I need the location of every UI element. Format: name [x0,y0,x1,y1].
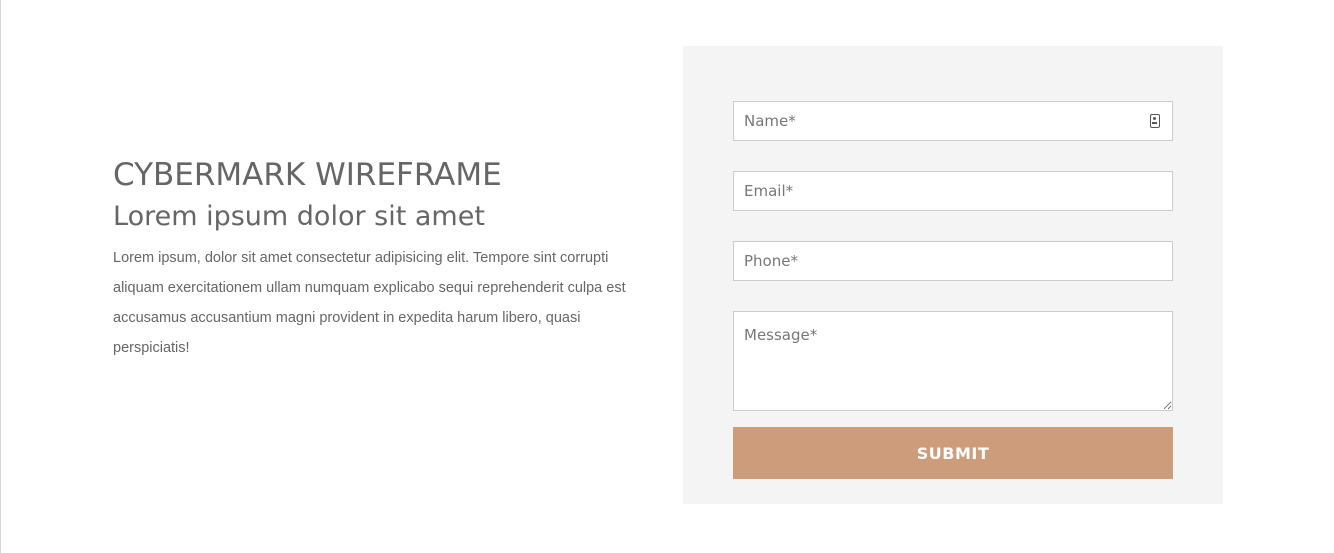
page-subtitle: Lorem ipsum dolor sit amet [113,201,485,232]
phone-field[interactable] [733,241,1173,281]
page-title: CYBERMARK WIREFRAME [113,157,502,193]
message-field[interactable] [733,311,1173,411]
contact-card-icon[interactable] [1150,114,1160,128]
intro-paragraph: Lorem ipsum, dolor sit amet consectetur … [113,250,626,356]
email-field[interactable] [733,171,1173,211]
name-field[interactable] [733,101,1173,141]
submit-button[interactable]: SUBMIT [733,427,1173,479]
page-left-border [0,0,1,553]
intro-section: CYBERMARK WIREFRAME Lorem ipsum dolor si… [113,156,653,363]
contact-form: SUBMIT [683,46,1223,504]
